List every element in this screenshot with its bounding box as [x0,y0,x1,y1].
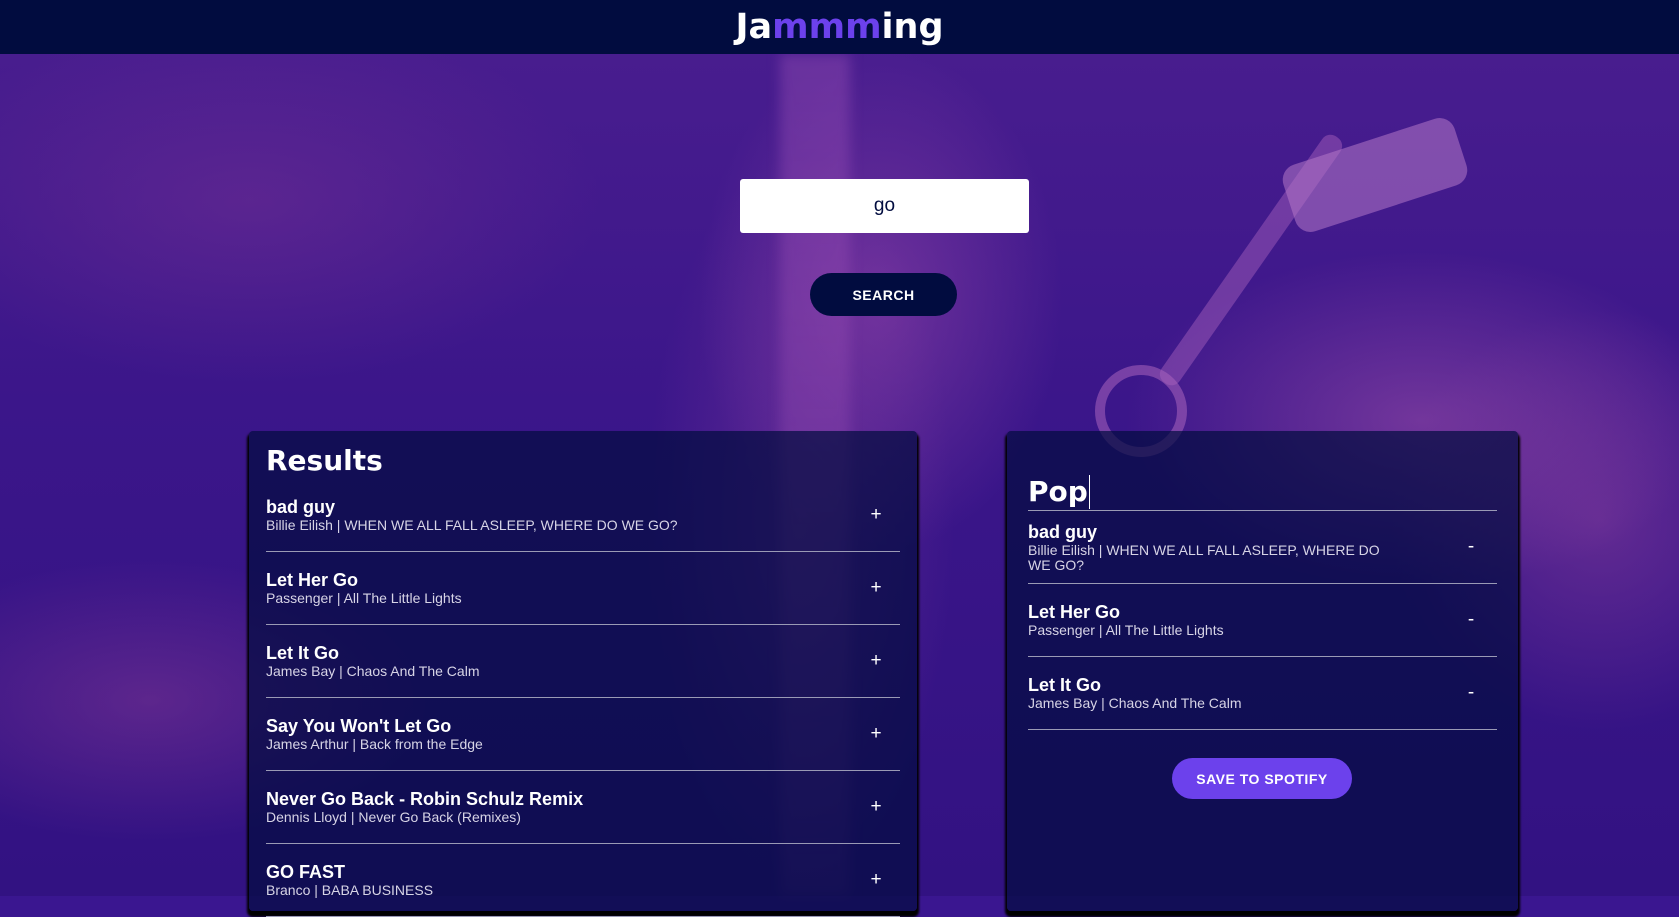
results-list: bad guy Billie Eilish | WHEN WE ALL FALL… [266,479,900,917]
playlist-panel: Pop bad guy Billie Eilish | WHEN WE ALL … [1007,431,1518,911]
playlist-name-input[interactable]: Pop [1028,473,1497,511]
remove-track-button[interactable]: - [1457,609,1485,631]
logo-text-end: ing [881,6,944,47]
track-artist-album: James Bay | Chaos And The Calm [1028,695,1242,711]
add-track-button[interactable]: + [862,577,890,599]
result-track: Never Go Back - Robin Schulz Remix Denni… [266,771,900,844]
track-info: bad guy Billie Eilish | WHEN WE ALL FALL… [266,497,862,533]
top-bar: Jammming [0,0,1679,54]
track-name: GO FAST [266,862,346,882]
track-name: Let It Go [1028,675,1101,695]
track-artist-album: Passenger | All The Little Lights [1028,622,1224,638]
remove-track-button[interactable]: - [1457,682,1485,704]
track-artist-album: Passenger | All The Little Lights [266,590,462,606]
track-info: bad guy Billie Eilish | WHEN WE ALL FALL… [1028,522,1457,573]
remove-track-button[interactable]: - [1457,536,1485,558]
result-track: Say You Won't Let Go James Arthur | Back… [266,698,900,771]
track-info: Let Her Go Passenger | All The Little Li… [1028,602,1457,638]
track-artist-album: Dennis Lloyd | Never Go Back (Remixes) [266,809,521,825]
track-info: Let It Go James Bay | Chaos And The Calm [1028,675,1457,711]
save-to-spotify-button[interactable]: SAVE TO SPOTIFY [1172,758,1352,799]
playlist-track-list: bad guy Billie Eilish | WHEN WE ALL FALL… [1028,511,1497,730]
playlist-track: bad guy Billie Eilish | WHEN WE ALL FALL… [1028,511,1497,584]
track-artist-album: James Arthur | Back from the Edge [266,736,483,752]
track-info: Let Her Go Passenger | All The Little Li… [266,570,862,606]
playlist-name-text: Pop [1028,475,1088,508]
track-name: Let Her Go [1028,602,1121,622]
track-name: Let It Go [266,643,339,663]
track-name: Say You Won't Let Go [266,716,452,736]
app-logo: Jammming [735,6,944,47]
results-title: Results [266,444,383,477]
track-name: bad guy [266,497,336,517]
search-input[interactable] [740,179,1029,233]
add-track-button[interactable]: + [862,723,890,745]
track-name: Let Her Go [266,570,359,590]
text-cursor [1088,474,1090,509]
track-name: Never Go Back - Robin Schulz Remix [266,789,584,809]
add-track-button[interactable]: + [862,504,890,526]
logo-text-highlight: mmm [772,6,882,47]
result-track: Let Her Go Passenger | All The Little Li… [266,552,900,625]
track-info: Let It Go James Bay | Chaos And The Calm [266,643,862,679]
track-artist-album: Billie Eilish | WHEN WE ALL FALL ASLEEP,… [266,517,678,533]
track-info: Never Go Back - Robin Schulz Remix Denni… [266,789,862,825]
results-panel: Results bad guy Billie Eilish | WHEN WE … [249,431,917,917]
add-track-button[interactable]: + [862,796,890,818]
playlist-track: Let It Go James Bay | Chaos And The Calm… [1028,657,1497,730]
result-track: Let It Go James Bay | Chaos And The Calm… [266,625,900,698]
track-info: GO FAST Branco | BABA BUSINESS [266,862,862,898]
result-track: bad guy Billie Eilish | WHEN WE ALL FALL… [266,479,900,552]
result-track: GO FAST Branco | BABA BUSINESS + [266,844,900,917]
track-name: bad guy [1028,521,1098,542]
add-track-button[interactable]: + [862,650,890,672]
search-button[interactable]: SEARCH [810,273,957,316]
add-track-button[interactable]: + [862,869,890,891]
track-info: Say You Won't Let Go James Arthur | Back… [266,716,862,752]
track-artist-album: Billie Eilish | WHEN WE ALL FALL ASLEEP,… [1028,541,1380,573]
playlist-track: Let Her Go Passenger | All The Little Li… [1028,584,1497,657]
logo-text-start: Ja [735,6,773,47]
track-artist-album: James Bay | Chaos And The Calm [266,663,480,679]
